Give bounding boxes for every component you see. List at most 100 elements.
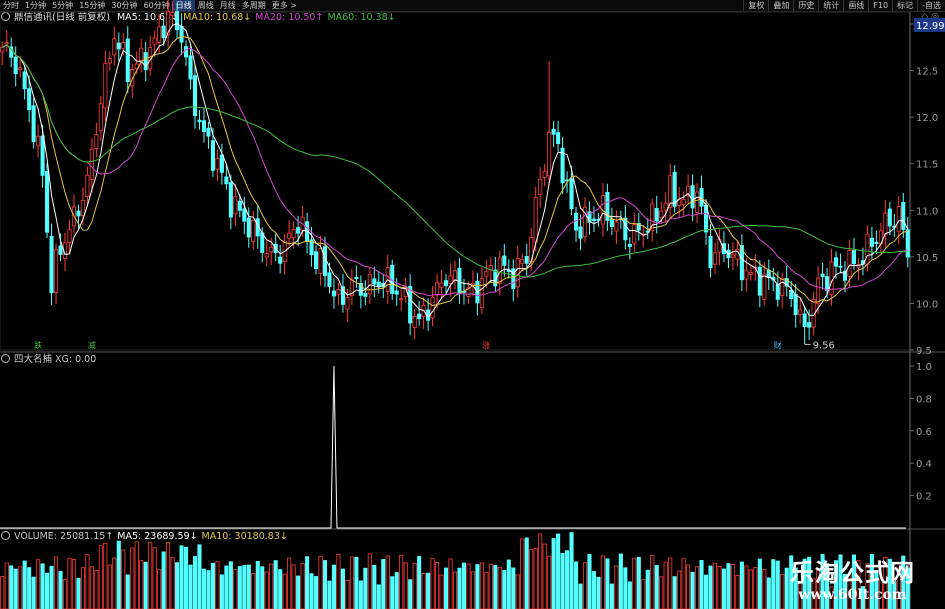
ind-tick-label-0.4: 0.4 bbox=[916, 459, 932, 470]
volume-bar-173 bbox=[775, 560, 780, 609]
volume-bar-42 bbox=[188, 564, 193, 609]
volume-bar-31 bbox=[139, 560, 144, 609]
volume-bar-125 bbox=[560, 552, 565, 609]
volume-bar-81 bbox=[363, 567, 368, 609]
candle-body-195 bbox=[874, 241, 879, 245]
volume-bar-138 bbox=[618, 553, 623, 609]
volume-bar-12 bbox=[53, 556, 59, 609]
volume-bar-161 bbox=[721, 568, 727, 609]
volume-bar-82 bbox=[367, 553, 372, 609]
candle-body-48 bbox=[215, 157, 220, 170]
volume-bar-23 bbox=[103, 542, 108, 609]
candle-body-36 bbox=[161, 25, 166, 39]
volume-bar-20 bbox=[89, 566, 94, 609]
volume-bar-189 bbox=[847, 573, 852, 609]
volume-bar-137 bbox=[614, 565, 619, 609]
candle-body-178 bbox=[798, 309, 803, 315]
candle-body-156 bbox=[699, 188, 704, 207]
candle-body-71 bbox=[318, 247, 323, 274]
volume-bar-62 bbox=[278, 569, 283, 609]
volume-bar-24 bbox=[107, 564, 112, 609]
price-tick-label-9.5: 9.5 bbox=[916, 346, 932, 357]
volume-bar-113 bbox=[506, 559, 511, 609]
price-tick-label-10.5: 10.5 bbox=[916, 253, 938, 264]
volume-bar-95 bbox=[426, 572, 431, 609]
candle-body-198 bbox=[887, 208, 892, 227]
candle-body-197 bbox=[883, 212, 888, 236]
ma20-line bbox=[1, 44, 908, 297]
volume-bar-90 bbox=[403, 562, 408, 609]
candle-body-89 bbox=[399, 298, 404, 301]
candle-body-59 bbox=[264, 253, 269, 258]
volume-bar-14 bbox=[62, 579, 68, 609]
ind-tick-label-0.8: 0.8 bbox=[916, 394, 932, 405]
signal-marker-0: 跌 bbox=[34, 340, 42, 350]
volume-bar-142 bbox=[636, 556, 641, 609]
candle-body-112 bbox=[502, 255, 507, 266]
candle-body-190 bbox=[851, 250, 857, 265]
volume-bar-83 bbox=[372, 564, 377, 609]
candle-body-101 bbox=[452, 270, 458, 281]
volume-bar-6 bbox=[27, 567, 32, 609]
volume-bar-134 bbox=[600, 555, 605, 609]
volume-bar-39 bbox=[175, 562, 180, 609]
volume-bar-101 bbox=[452, 571, 458, 609]
candle-body-159 bbox=[712, 252, 718, 265]
candle-body-42 bbox=[188, 55, 193, 80]
volume-bar-59 bbox=[264, 571, 269, 609]
volume-bar-45 bbox=[201, 568, 207, 609]
candle-body-111 bbox=[497, 257, 502, 284]
volume-bar-57 bbox=[255, 560, 260, 609]
volume-bar-55 bbox=[246, 564, 251, 609]
price-tick-label-10: 10.0 bbox=[916, 299, 938, 310]
candle-body-56 bbox=[251, 219, 256, 242]
candle-body-189 bbox=[847, 249, 852, 277]
volume-bar-70 bbox=[313, 576, 319, 609]
volume-bar-48 bbox=[215, 561, 220, 609]
volume-bar-177 bbox=[793, 567, 798, 609]
kline-chart[interactable]: 13.459.56跌减涨财 0.20.40.60.81.0 9.510.010.… bbox=[0, 0, 945, 609]
volume-bar-33 bbox=[148, 542, 153, 609]
candle-body-9 bbox=[40, 135, 45, 176]
candle-body-177 bbox=[793, 294, 798, 316]
volume-bar-127 bbox=[569, 532, 574, 609]
candle-body-53 bbox=[237, 200, 242, 211]
signal-marker-3: 财 bbox=[774, 340, 782, 350]
volume-bar-179 bbox=[802, 558, 807, 609]
candle-body-122 bbox=[547, 131, 552, 177]
candle-body-200 bbox=[896, 206, 901, 232]
volume-bar-49 bbox=[219, 574, 224, 609]
candle-body-70 bbox=[313, 251, 319, 270]
volume-bar-143 bbox=[641, 579, 646, 609]
candle-body-54 bbox=[242, 208, 247, 222]
volume-bar-85 bbox=[381, 559, 386, 609]
volume-bar-54 bbox=[242, 565, 247, 609]
volume-bar-103 bbox=[461, 562, 467, 609]
candle-body-167 bbox=[748, 272, 753, 275]
candle-body-129 bbox=[578, 226, 583, 239]
volume-bar-35 bbox=[157, 569, 162, 609]
price-tick-label-12: 12.0 bbox=[916, 113, 938, 124]
candle-body-47 bbox=[210, 140, 215, 171]
candle-body-60 bbox=[269, 246, 274, 253]
volume-bar-28 bbox=[125, 574, 130, 609]
volume-bar-122 bbox=[547, 555, 552, 609]
volume-bar-68 bbox=[305, 556, 310, 609]
candle-body-92 bbox=[412, 315, 417, 329]
volume-bar-167 bbox=[748, 569, 753, 609]
volume-bar-130 bbox=[582, 562, 588, 609]
candle-body-97 bbox=[435, 282, 440, 296]
volume-bar-79 bbox=[354, 556, 359, 609]
candle-body-169 bbox=[757, 266, 762, 296]
volume-bar-91 bbox=[408, 579, 413, 609]
volume-bar-188 bbox=[842, 573, 848, 609]
volume-bar-96 bbox=[430, 558, 435, 609]
volume-bar-154 bbox=[690, 571, 695, 609]
volume-bar-128 bbox=[573, 561, 579, 609]
candle-body-65 bbox=[291, 228, 296, 239]
volume-bar-7 bbox=[31, 576, 36, 609]
volume-bar-51 bbox=[228, 561, 233, 609]
volume-bar-180 bbox=[807, 556, 812, 609]
price-tick-label-11.5: 11.5 bbox=[916, 160, 938, 171]
candle-body-34 bbox=[152, 37, 157, 45]
